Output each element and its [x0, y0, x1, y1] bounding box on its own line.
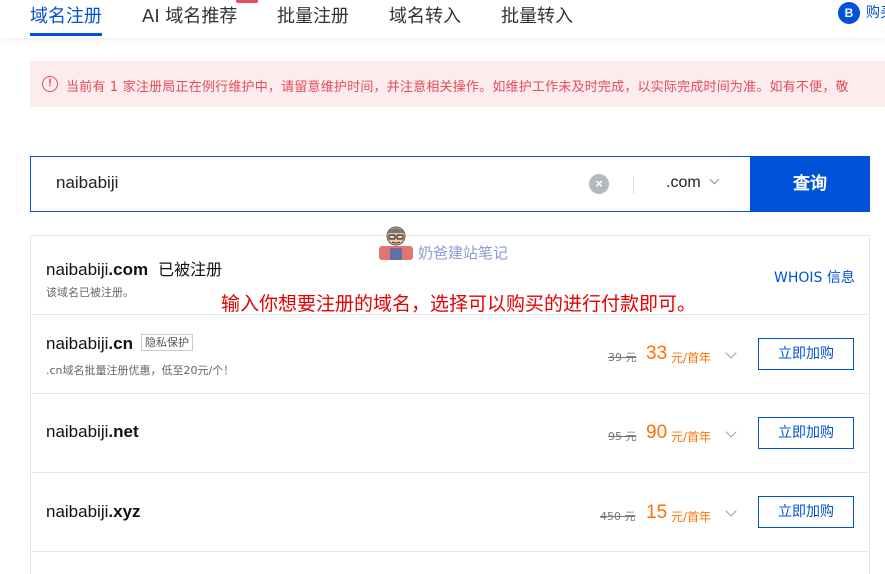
top-tab-bar: 域名注册 AI 域名推荐 批量注册 域名转入 批量转入 B 购买: [0, 0, 885, 38]
maintenance-alert: ! 当前有 1 家注册局正在例行维护中，请留意维护时间，并注意相关操作。如维护工…: [30, 61, 885, 107]
suffix-value: .com: [666, 174, 701, 191]
original-price: 450 元: [600, 510, 636, 523]
domain-label: naibabiji: [46, 334, 109, 353]
row-note: 该域名已被注册。: [46, 286, 134, 299]
whois-link[interactable]: WHOIS 信息: [774, 267, 855, 287]
alert-text: 当前有 1 家注册局正在例行维护中，请留意维护时间，并注意相关操作。如维护工作未…: [66, 80, 849, 95]
active-tab-indicator: [30, 33, 102, 36]
help-icon: B: [838, 2, 860, 24]
builder-mascot-icon: [379, 226, 413, 260]
chevron-down-icon[interactable]: [725, 505, 737, 517]
current-price: 15: [646, 502, 668, 523]
domain-search-box: × .com: [30, 156, 750, 212]
warning-icon: !: [42, 76, 58, 92]
tab-domain-register[interactable]: 域名注册: [30, 2, 102, 28]
chevron-down-icon[interactable]: [725, 347, 737, 359]
help-label: 购买: [866, 5, 885, 21]
tab-ai-domain-recommend[interactable]: AI 域名推荐: [142, 2, 237, 28]
divider: [633, 176, 634, 194]
result-list: naibabiji.com 已被注册 该域名已被注册。 WHOIS 信息 naib…: [30, 235, 870, 574]
registered-status: 已被注册: [158, 260, 223, 279]
domain-name: naibabiji.cn 隐私保护: [46, 334, 193, 354]
price-unit: 元/首年: [671, 510, 712, 524]
price-unit: 元/首年: [671, 430, 712, 444]
annotation-text: 输入你想要注册的域名，选择可以购买的进行付款即可。: [221, 293, 697, 315]
privacy-tag: 隐私保护: [140, 334, 193, 351]
domain-name: naibabiji.xyz: [46, 502, 141, 522]
tab-domain-transfer[interactable]: 域名转入: [389, 2, 461, 28]
domain-tld: .net: [108, 422, 139, 441]
add-to-cart-button[interactable]: 立即加购: [758, 338, 854, 370]
tab-batch-register[interactable]: 批量注册: [277, 2, 349, 28]
original-price: 39 元: [608, 351, 637, 364]
search-button[interactable]: 查询: [750, 156, 870, 212]
current-price: 90: [646, 422, 668, 443]
hot-badge: [236, 0, 258, 3]
domain-search-input[interactable]: [56, 173, 556, 193]
domain-tld: .com: [108, 260, 149, 279]
original-price: 95 元: [608, 430, 637, 443]
domain-label: naibabiji: [46, 260, 109, 279]
result-row-net: naibabiji.net 95 元 90 元/首年 立即加购: [31, 394, 869, 473]
domain-tld: .xyz: [108, 502, 141, 521]
tab-batch-transfer[interactable]: 批量转入: [501, 2, 573, 28]
promo-note: .cn域名批量注册优惠，低至20元/个！: [46, 364, 235, 377]
result-row-cn: naibabiji.cn 隐私保护 .cn域名批量注册优惠，低至20元/个！ 39…: [31, 315, 869, 394]
domain-name: naibabiji.com 已被注册: [46, 256, 222, 280]
domain-label: naibabiji: [46, 502, 109, 521]
add-to-cart-button[interactable]: 立即加购: [758, 496, 854, 528]
domain-name: naibabiji.net: [46, 422, 139, 442]
watermark-text: 奶爸建站笔记: [418, 244, 509, 262]
domain-label: naibabiji: [46, 422, 109, 441]
help-link[interactable]: B 购买: [838, 2, 885, 24]
price-unit: 元/首年: [671, 351, 712, 365]
chevron-down-icon[interactable]: [725, 426, 737, 438]
suffix-dropdown[interactable]: .com: [666, 174, 720, 192]
clear-icon[interactable]: ×: [589, 174, 609, 194]
domain-tld: .cn: [108, 334, 133, 353]
add-to-cart-button[interactable]: 立即加购: [758, 417, 854, 449]
chevron-down-icon: [709, 174, 720, 185]
current-price: 33: [646, 343, 668, 364]
result-row-xyz: naibabiji.xyz 450 元 15 元/首年 立即加购: [31, 473, 869, 552]
